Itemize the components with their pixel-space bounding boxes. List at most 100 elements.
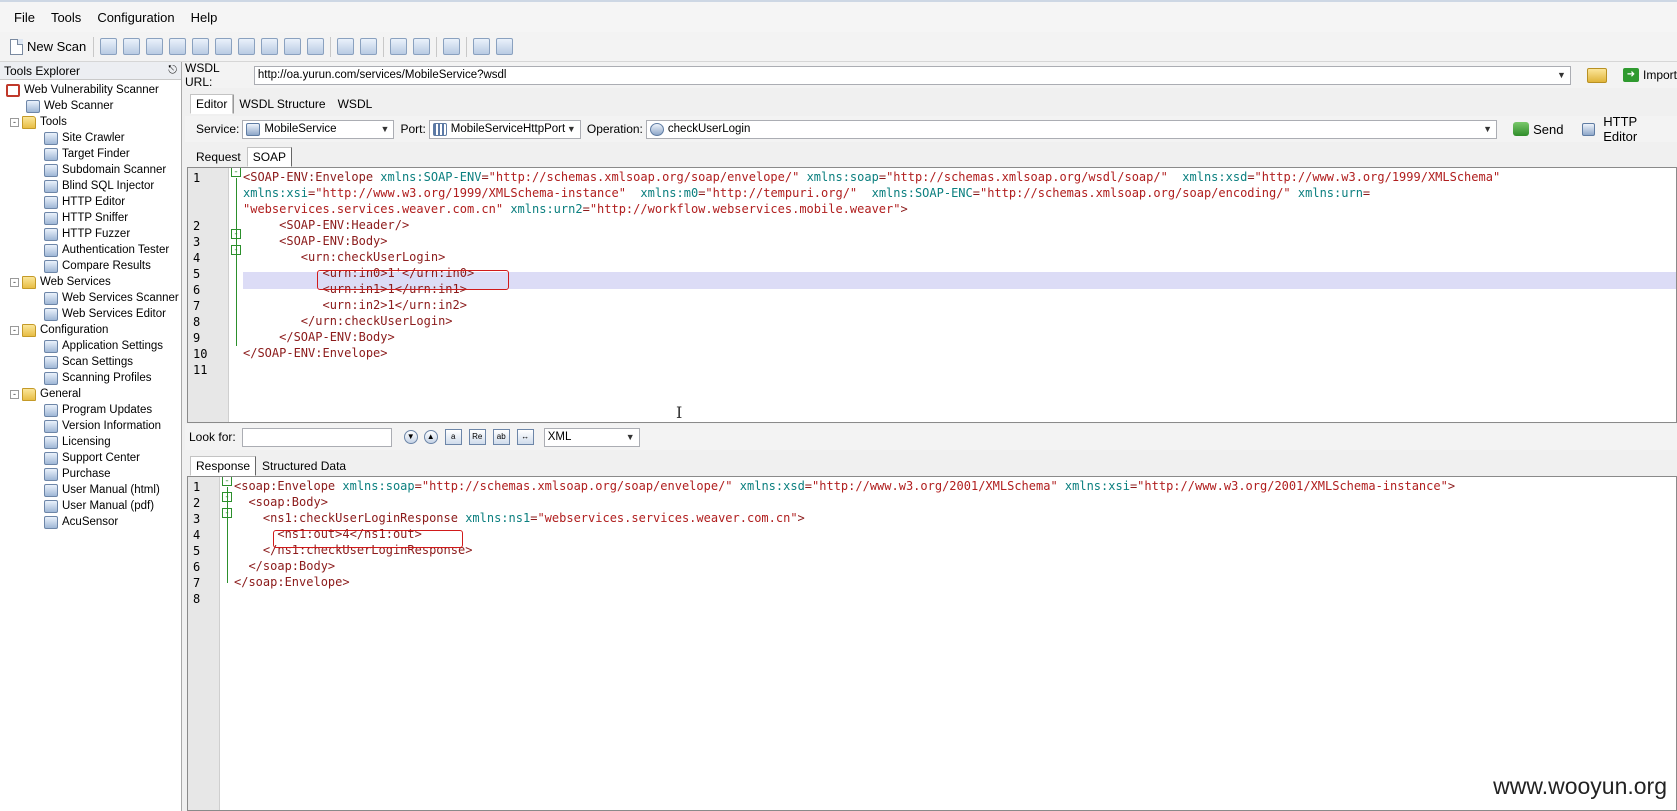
tree-item[interactable]: User Manual (html) [0,482,181,498]
service-select[interactable]: MobileService ▼ [242,119,395,139]
tree-item[interactable]: Scan Settings [0,354,181,370]
compare-results-icon[interactable] [307,38,325,55]
tree-item[interactable]: - General [0,386,181,402]
menu-tools[interactable]: Tools [43,10,89,25]
tree-item[interactable]: Version Information [0,418,181,434]
menu-help[interactable]: Help [183,10,226,25]
tree-item-label: HTTP Sniffer [62,212,129,224]
http-fuzzer-icon[interactable] [261,38,279,55]
tree-item[interactable]: User Manual (pdf) [0,498,181,514]
chevron-down-icon[interactable]: ▼ [378,123,391,136]
tree-item[interactable]: Target Finder [0,146,181,162]
http-sniffer-icon[interactable] [238,38,256,55]
authentication-tester-icon[interactable] [284,38,302,55]
line-number: 2 [193,496,201,510]
chevron-down-icon[interactable]: ▼ [1555,69,1568,82]
scheduler-icon[interactable] [473,38,491,55]
web-services-scanner-icon[interactable] [337,38,355,55]
tree-item[interactable]: Web Scanner [0,98,181,114]
tree-item[interactable]: AcuSensor [0,514,181,530]
web-scanner-icon[interactable] [100,38,118,55]
tree-item[interactable]: Support Center [0,450,181,466]
operation-value: checkUserLogin [667,123,751,135]
tree-item[interactable]: HTTP Sniffer [0,210,181,226]
pin-icon[interactable]: ⎋ [168,64,177,77]
look-for-input[interactable] [241,427,392,447]
find-next-icon[interactable]: ▼ [403,430,418,444]
http-editor-button[interactable]: HTTP Editor [1578,114,1677,144]
request-soap-editor[interactable]: 1 <SOAP-ENV:Envelope xmlns:SOAP-ENV="http… [187,167,1677,423]
code-token: xmlns:urn2 [510,202,583,216]
http-editor-icon[interactable] [215,38,233,55]
tab-structured-data[interactable]: Structured Data [256,456,352,476]
match-case-icon[interactable]: a [444,429,462,445]
tree-item[interactable]: Licensing [0,434,181,450]
chevron-down-icon[interactable]: ▼ [624,431,637,444]
tree-item-label: AcuSensor [62,516,119,528]
tab-wsdl[interactable]: WSDL [332,94,379,114]
tab-request[interactable]: Request [190,147,247,167]
tree-item[interactable]: HTTP Fuzzer [0,226,181,242]
chevron-down-icon[interactable]: ▼ [565,123,578,136]
subdomain-scanner-icon[interactable] [169,38,187,55]
fold-toggle-icon[interactable]: - [231,168,241,177]
open-folder-icon[interactable] [1587,67,1607,83]
tree-item[interactable]: Web Vulnerability Scanner [0,82,181,98]
tree-item[interactable]: Scanning Profiles [0,370,181,386]
menu-file[interactable]: File [6,10,43,25]
collapse-icon[interactable]: - [10,117,19,127]
import-button[interactable]: ➜ Import [1622,68,1677,82]
tree-item[interactable]: Web Services Editor [0,306,181,322]
find-previous-icon[interactable]: ▲ [423,430,438,444]
tree-item[interactable]: - Tools [0,114,181,130]
application-settings-icon[interactable] [390,38,408,55]
tree-item-label: Tools [40,116,67,128]
tree-item[interactable]: - Web Services [0,274,181,290]
chevron-down-icon[interactable]: ▼ [1481,123,1494,136]
wsdl-url-input[interactable]: http://oa.yurun.com/services/MobileServi… [253,65,1571,85]
folder-icon [22,387,36,401]
tree-item[interactable]: Authentication Tester [0,242,181,258]
highlight-icon[interactable]: ab [492,429,510,445]
tree-item[interactable]: Web Services Scanner [0,290,181,306]
tree-item[interactable]: Program Updates [0,402,181,418]
tab-wsdl-structure[interactable]: WSDL Structure [233,94,331,114]
toolbar-separator [436,36,438,57]
word-wrap-icon[interactable]: ↔ [516,429,534,445]
tree-item[interactable]: Application Settings [0,338,181,354]
format-select[interactable]: XML ▼ [543,427,640,447]
tree-item[interactable]: Subdomain Scanner [0,162,181,178]
code-token: = [878,170,887,184]
code-line: "webservices.services.weaver.com.cn" xml… [243,201,908,218]
operation-select[interactable]: checkUserLogin ▼ [645,119,1498,139]
response-soap-editor[interactable]: 1 <soap:Envelope xmlns:soap="http://schem… [187,476,1677,811]
tree-item[interactable]: Site Crawler [0,130,181,146]
new-scan-button[interactable]: New Scan [6,38,90,55]
regex-icon[interactable]: Re [468,429,486,445]
collapse-icon[interactable]: - [10,389,19,399]
collapse-icon[interactable]: - [10,277,19,287]
tree-item-label: Compare Results [62,260,151,272]
tab-soap[interactable]: SOAP [246,147,293,167]
tab-editor[interactable]: Editor [190,94,234,114]
tree-item[interactable]: Blind SQL Injector [0,178,181,194]
web-services-editor-icon[interactable] [360,38,378,55]
collapse-icon[interactable]: - [10,325,19,335]
tree-item-label: Web Services [40,276,111,288]
fold-toggle-icon[interactable]: - [222,477,232,486]
scanning-profiles-icon[interactable] [443,38,461,55]
site-crawler-icon[interactable] [123,38,141,55]
menu-configuration[interactable]: Configuration [89,10,182,25]
tree-item[interactable]: Purchase [0,466,181,482]
port-select[interactable]: MobileServiceHttpPort ▼ [428,119,581,139]
tree-item[interactable]: - Configuration [0,322,181,338]
tab-response[interactable]: Response [190,456,257,476]
send-button[interactable]: Send [1509,122,1567,137]
target-finder-icon[interactable] [146,38,164,55]
blind-sql-icon[interactable] [192,38,210,55]
tree-item[interactable]: HTTP Editor [0,194,181,210]
reporter-icon[interactable] [496,38,514,55]
tree-item[interactable]: Compare Results [0,258,181,274]
scan-settings-icon[interactable] [413,38,431,55]
